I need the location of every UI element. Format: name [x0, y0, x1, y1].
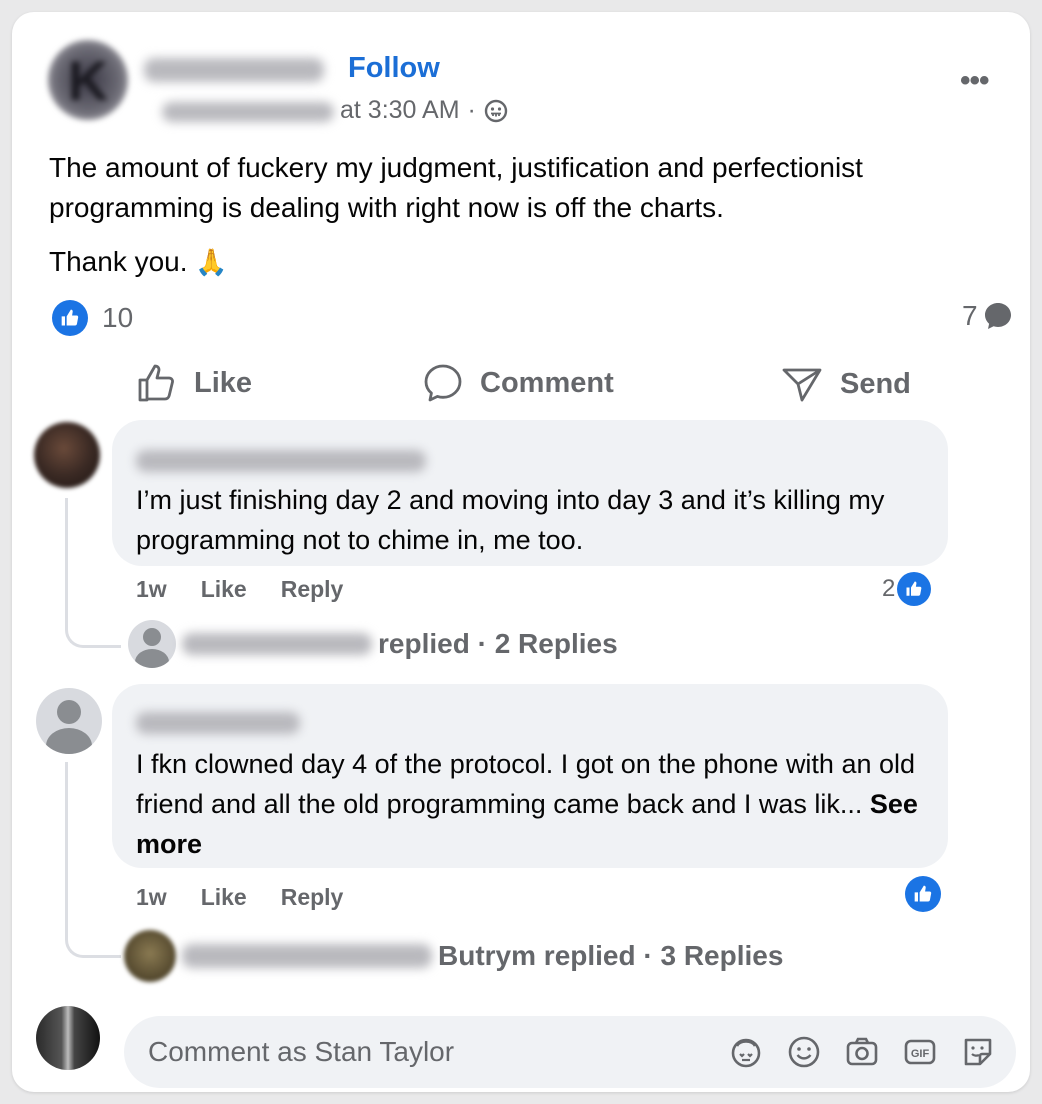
sticker-icon[interactable] [960, 1034, 996, 1070]
comment-reactions[interactable]: 2 [882, 572, 932, 606]
comment-reply-button[interactable]: Reply [281, 576, 344, 603]
post-card: K Follow at 3:30 AM · ••• The amount of … [12, 12, 1030, 1092]
replier-name-blurred [182, 944, 432, 968]
comment-bubble: I fkn clowned day 4 of the protocol. I g… [112, 684, 948, 868]
like-reaction-icon[interactable] [905, 876, 941, 912]
replies-link[interactable]: replied · 2 Replies [128, 620, 618, 668]
more-options-icon[interactable]: ••• [960, 64, 989, 98]
avatar-sticker-icon[interactable] [728, 1034, 764, 1070]
comment-meta: 1w Like Reply [136, 576, 343, 603]
comment-time[interactable]: 1w [136, 884, 167, 911]
author-avatar[interactable]: K [48, 40, 128, 120]
comment-time[interactable]: 1w [136, 576, 167, 603]
comment-meta: 1w Like Reply [136, 884, 343, 911]
gif-icon[interactable]: GIF [902, 1034, 938, 1070]
post-text-paragraph-2: Thank you. 🙏 [49, 242, 999, 282]
comment-text: I’m just finishing day 2 and moving into… [136, 485, 885, 555]
svg-text:GIF: GIF [911, 1048, 930, 1060]
comment-count-number: 7 [962, 300, 978, 331]
like-button[interactable]: Like [136, 362, 252, 404]
commenter-name-blurred[interactable] [136, 712, 300, 734]
post-text-thanks: Thank you. [49, 246, 188, 277]
composer-tools: GIF [728, 1034, 996, 1070]
reply-avatar [124, 930, 176, 982]
comment-like-button[interactable]: Like [201, 576, 247, 603]
replies-link[interactable]: Butrym replied · 3 Replies [124, 930, 783, 982]
comment-reply-button[interactable]: Reply [281, 884, 344, 911]
emoji-icon[interactable] [786, 1034, 822, 1070]
like-icon [138, 364, 174, 402]
commenter-avatar[interactable] [34, 422, 100, 488]
commenter-name-blurred[interactable] [136, 450, 426, 472]
privacy-globe-icon [484, 99, 508, 122]
author-name-blurred[interactable] [144, 58, 324, 82]
commenter-avatar-default[interactable] [36, 688, 102, 754]
replies-text: Butrym replied · 3 Replies [438, 940, 784, 971]
like-reaction-icon [897, 572, 932, 606]
comment-button[interactable]: Comment [422, 362, 614, 404]
post-date-blurred [162, 102, 334, 122]
post-body: The amount of fuckery my judgment, justi… [49, 148, 999, 296]
comment-icon [424, 364, 462, 402]
comment-composer: GIF [124, 1016, 1016, 1088]
comment-text-body: I fkn clowned day 4 of the protocol. I g… [136, 749, 916, 819]
follow-button[interactable]: Follow [348, 52, 440, 85]
reaction-summary[interactable]: 10 [52, 300, 133, 336]
replies-text: replied · 2 Replies [378, 628, 618, 659]
replier-name-blurred [182, 633, 372, 655]
praying-hands-emoji: 🙏 [195, 247, 228, 277]
comment-input[interactable] [148, 1016, 728, 1088]
comment-reaction-count: 2 [882, 575, 896, 602]
like-reaction-icon [52, 300, 88, 336]
reply-avatar-default [128, 620, 176, 668]
send-button[interactable]: Send [780, 362, 911, 406]
send-button-label: Send [840, 367, 911, 400]
like-count: 10 [102, 302, 134, 333]
post-text-paragraph-1: The amount of fuckery my judgment, justi… [49, 152, 863, 223]
separator-dot: · [467, 96, 476, 124]
comment-like-button[interactable]: Like [201, 884, 247, 911]
comment-text: I fkn clowned day 4 of the protocol. I g… [136, 744, 936, 864]
comment-bubble-icon [984, 303, 1011, 329]
current-user-avatar[interactable] [36, 1006, 100, 1070]
camera-icon[interactable] [844, 1034, 880, 1070]
send-icon [782, 368, 822, 402]
comment-count[interactable]: 7 [962, 300, 1014, 332]
post-timestamp[interactable]: at 3:30 AM · [340, 96, 508, 125]
comment-bubble: I’m just finishing day 2 and moving into… [112, 420, 948, 566]
like-button-label: Like [194, 366, 253, 399]
time-text: at 3:30 AM [340, 96, 460, 124]
comment-button-label: Comment [480, 366, 614, 399]
